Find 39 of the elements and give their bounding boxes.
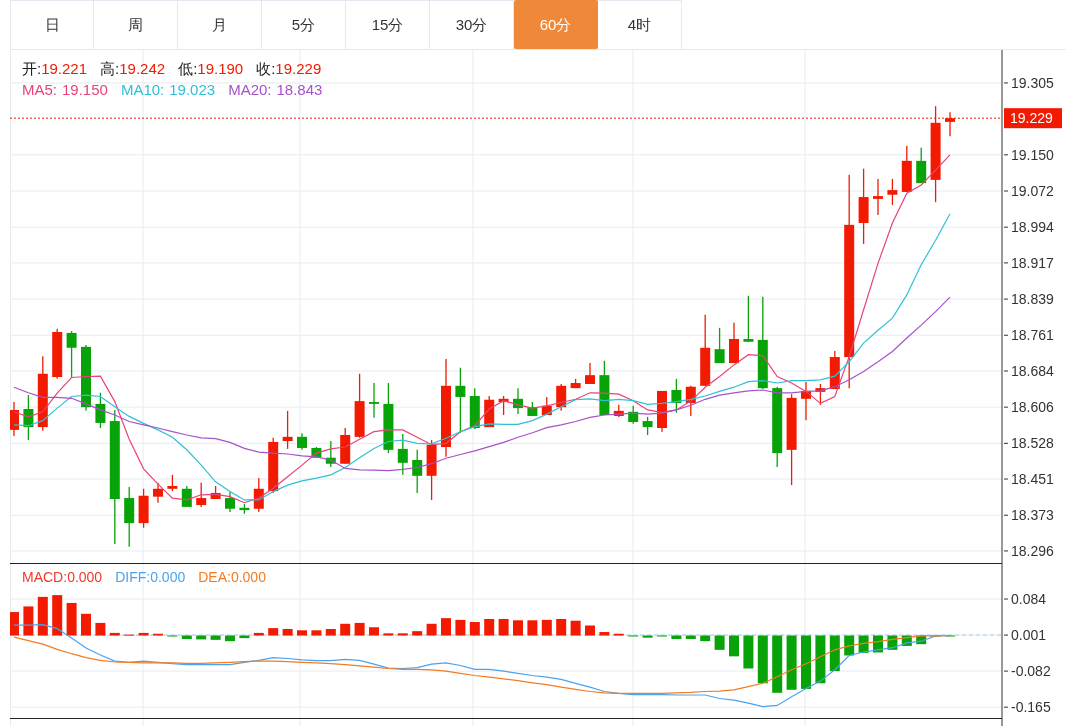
- legend-label: MA20:: [228, 81, 272, 98]
- legend-value: 19.150: [62, 81, 108, 98]
- legend-label: MA10:: [120, 81, 165, 98]
- axis-label: 0.084: [1011, 591, 1047, 608]
- ref-line-label: 19.229: [1010, 110, 1054, 127]
- axis-label: 18.839: [1011, 291, 1054, 308]
- legend-label: DEA:: [198, 569, 231, 585]
- legend-label: 高:: [100, 60, 120, 77]
- axis-label: 18.684: [1011, 362, 1054, 379]
- legend-value: 19.221: [41, 60, 88, 77]
- axis-label: 18.917: [1011, 254, 1054, 271]
- legend-value: 19.229: [275, 60, 322, 77]
- axis-label: 18.296: [1011, 542, 1054, 559]
- axis-label: 19.305: [1011, 74, 1054, 91]
- legend-label: 开:: [22, 60, 42, 77]
- legend-label: 低:: [178, 60, 198, 77]
- axis-label: 18.761: [1011, 327, 1054, 344]
- legend-value: 0.000: [67, 569, 103, 585]
- legend-value: 0.000: [150, 569, 186, 585]
- legend-value: 19.190: [197, 60, 244, 77]
- axis-label: 18.994: [1011, 219, 1054, 236]
- current-price-tag: 19.229: [1004, 108, 1062, 129]
- legend-label: DIFF:: [115, 569, 151, 585]
- legend-value: 19.242: [119, 60, 166, 77]
- legend-label: MA5:: [22, 81, 57, 98]
- axis-label: 18.373: [1011, 507, 1054, 524]
- axis-label: 19.072: [1011, 183, 1054, 199]
- axis-label: 19.150: [1011, 146, 1054, 163]
- legend-value: 0.000: [230, 569, 266, 585]
- axis-label: 0.001: [1011, 627, 1047, 644]
- legend-value: 19.023: [169, 81, 216, 98]
- axis-label: -0.165: [1011, 699, 1051, 716]
- axis-label: -0.082: [1011, 663, 1051, 680]
- legend-label: MACD:: [22, 569, 68, 585]
- axis-label: 18.606: [1011, 399, 1054, 416]
- axis-label: 18.451: [1011, 471, 1054, 488]
- legend-label: 收:: [256, 60, 276, 77]
- legend-value: 18.843: [276, 81, 323, 98]
- axis-label: 18.528: [1011, 435, 1054, 452]
